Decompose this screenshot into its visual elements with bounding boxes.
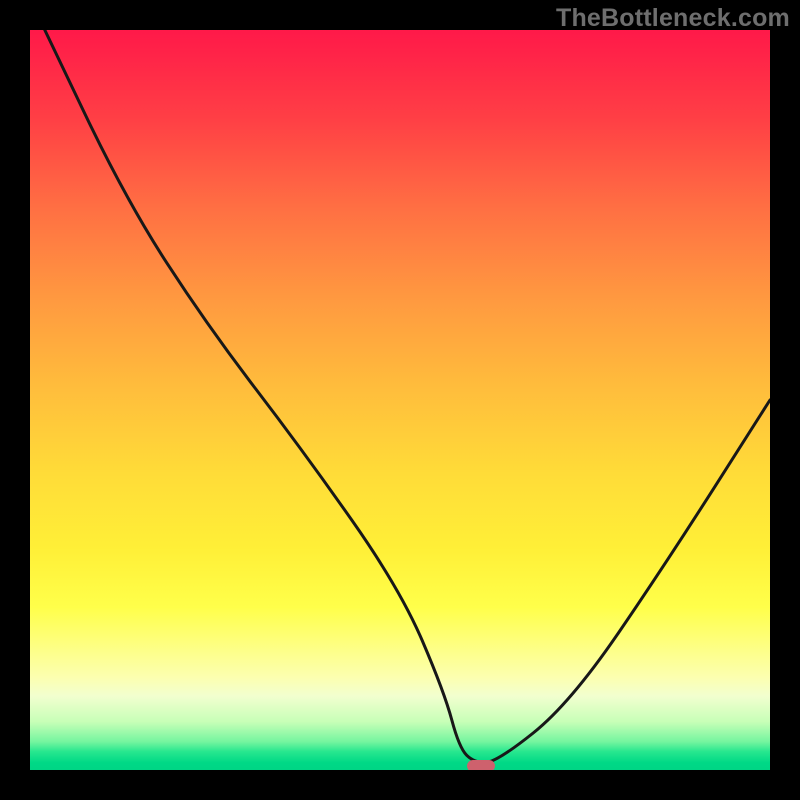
plot-area xyxy=(30,30,770,770)
optimum-marker xyxy=(467,760,495,770)
bottleneck-curve xyxy=(30,30,770,770)
watermark-label: TheBottleneck.com xyxy=(556,4,790,33)
chart-frame: TheBottleneck.com xyxy=(0,0,800,800)
